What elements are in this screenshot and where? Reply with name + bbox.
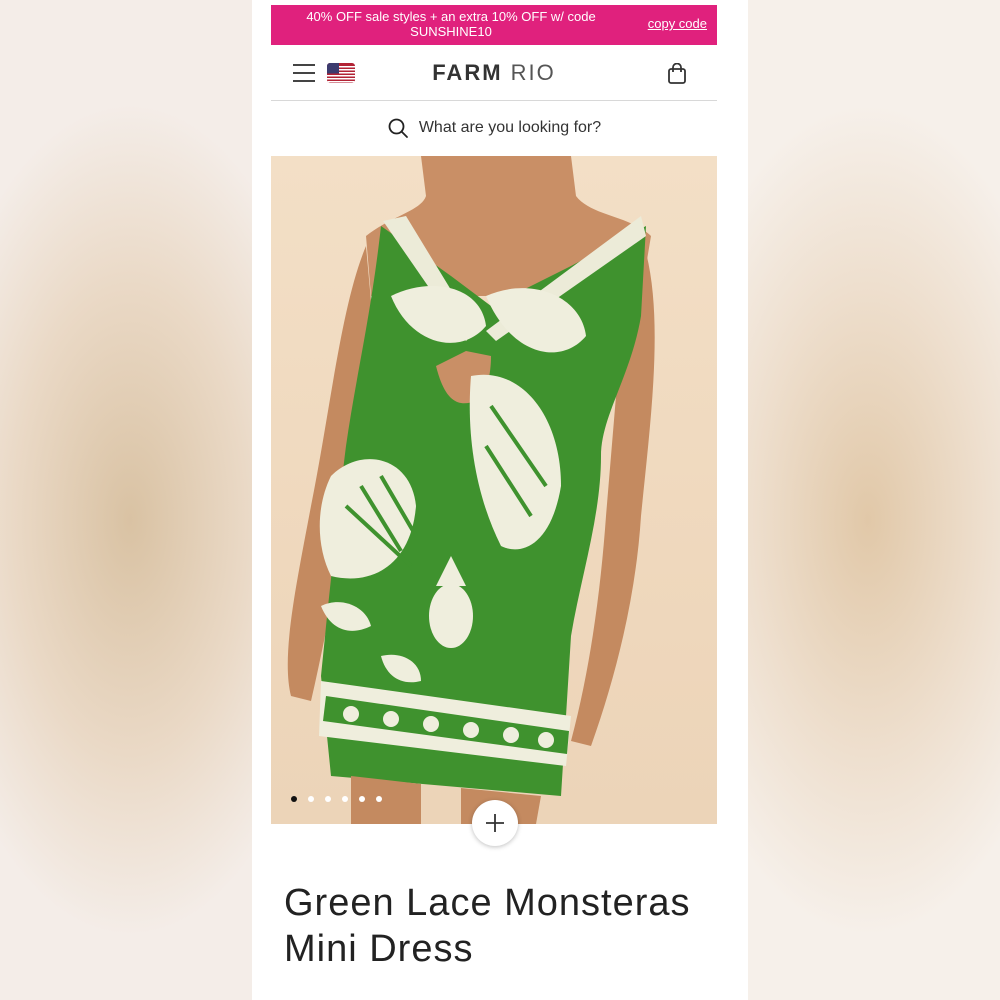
dress-photo-illustration <box>287 156 655 824</box>
brand-logo[interactable]: FARM RIO <box>271 60 717 86</box>
promo-text: 40% OFF sale styles + an extra 10% OFF w… <box>306 9 596 39</box>
site-header: FARM RIO <box>271 50 717 100</box>
zoom-plus-button[interactable] <box>472 800 518 846</box>
phone-screen: 40% OFF sale styles + an extra 10% OFF w… <box>252 0 748 1000</box>
carousel-dot-3[interactable] <box>325 796 331 802</box>
carousel-dot-5[interactable] <box>359 796 365 802</box>
product-title: Green Lace Monsteras Mini Dress <box>284 882 691 970</box>
background-blur-left <box>0 0 252 1000</box>
carousel-dot-1[interactable] <box>291 796 297 802</box>
image-carousel-dots <box>291 796 382 802</box>
carousel-dot-2[interactable] <box>308 796 314 802</box>
plus-icon <box>486 814 504 832</box>
search-placeholder: What are you looking for? <box>418 119 602 136</box>
carousel-dot-4[interactable] <box>342 796 348 802</box>
search-bar[interactable]: What are you looking for? <box>271 108 717 148</box>
logo-rio: RIO <box>510 60 556 85</box>
shopping-bag-icon[interactable] <box>667 62 687 85</box>
header-divider <box>271 100 717 101</box>
background-blur-right <box>748 0 1000 1000</box>
carousel-dot-6[interactable] <box>376 796 382 802</box>
logo-farm: FARM <box>432 60 503 85</box>
copy-code-link[interactable]: copy code <box>648 16 707 31</box>
search-icon <box>388 118 408 138</box>
product-image[interactable] <box>271 156 717 824</box>
promo-banner: 40% OFF sale styles + an extra 10% OFF w… <box>271 5 717 45</box>
